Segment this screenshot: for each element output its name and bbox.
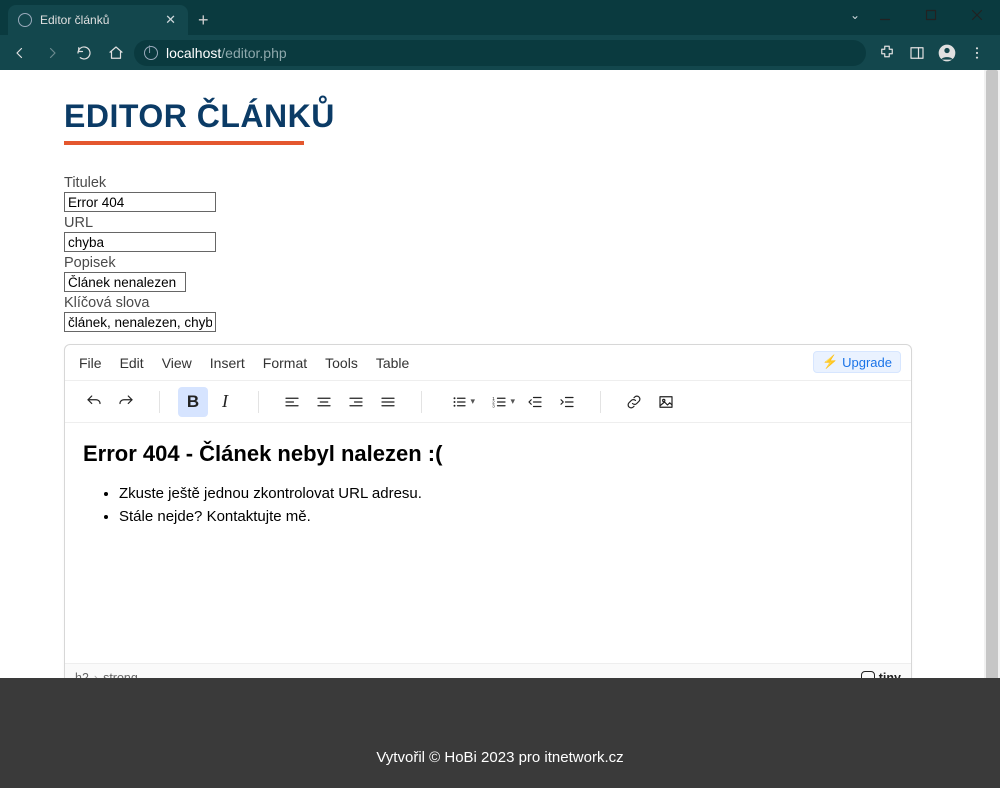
new-tab-button[interactable]: +: [188, 10, 219, 35]
undo-button[interactable]: [79, 387, 109, 417]
chevron-down-icon: ▾: [510, 396, 515, 407]
page-footer: Vytvořil © HoBi 2023 pro itnetwork.cz: [0, 726, 1000, 788]
align-center-button[interactable]: [309, 387, 339, 417]
menu-view[interactable]: View: [162, 355, 192, 371]
outdent-button[interactable]: [520, 387, 550, 417]
link-button[interactable]: [619, 387, 649, 417]
label-klicova: Klíčová slova: [64, 295, 936, 311]
editor-content[interactable]: Error 404 - Článek nebyl nalezen :( Zkus…: [65, 423, 911, 663]
label-url: URL: [64, 215, 936, 231]
back-button[interactable]: [6, 39, 34, 67]
content-list: Zkuste ještě jednou zkontrolovat URL adr…: [83, 483, 893, 528]
align-justify-button[interactable]: [373, 387, 403, 417]
rich-text-editor: File Edit View Insert Format Tools Table…: [64, 344, 912, 692]
scrollbar-thumb[interactable]: [986, 70, 998, 770]
page-viewport: EDITOR ČLÁNKŮ Titulek URL Popisek Klíčov…: [0, 70, 1000, 788]
input-url[interactable]: [64, 232, 216, 252]
close-window-button[interactable]: [954, 0, 1000, 30]
globe-icon: [18, 13, 32, 27]
footer-text: Vytvořil © HoBi 2023 pro itnetwork.cz: [376, 749, 623, 766]
input-klicova[interactable]: [64, 312, 216, 332]
upgrade-button[interactable]: ⚡ Upgrade: [813, 351, 901, 373]
menu-table[interactable]: Table: [376, 355, 409, 371]
tab-title: Editor článků: [40, 13, 163, 27]
close-tab-icon[interactable]: ✕: [163, 12, 178, 28]
align-right-button[interactable]: [341, 387, 371, 417]
menu-insert[interactable]: Insert: [210, 355, 245, 371]
content-heading: Error 404 - Článek nebyl nalezen :(: [83, 441, 893, 467]
label-popisek: Popisek: [64, 255, 936, 271]
upgrade-label: Upgrade: [842, 355, 892, 370]
browser-tab[interactable]: Editor článků ✕: [8, 5, 188, 35]
menu-edit[interactable]: Edit: [120, 355, 144, 371]
svg-text:3: 3: [492, 403, 495, 408]
address-bar: localhost/editor.php: [0, 35, 1000, 70]
redo-button[interactable]: [111, 387, 141, 417]
indent-button[interactable]: [552, 387, 582, 417]
tabs-overflow-icon[interactable]: ⌄: [850, 8, 860, 22]
browser-menu-icon[interactable]: [966, 42, 988, 64]
profile-icon[interactable]: [936, 42, 958, 64]
page: EDITOR ČLÁNKŮ Titulek URL Popisek Klíčov…: [0, 70, 1000, 788]
bold-button[interactable]: B: [178, 387, 208, 417]
menu-file[interactable]: File: [79, 355, 102, 371]
menu-format[interactable]: Format: [263, 355, 307, 371]
site-info-icon[interactable]: [144, 46, 158, 60]
align-left-button[interactable]: [277, 387, 307, 417]
address-input[interactable]: localhost/editor.php: [134, 40, 866, 66]
url-path: /editor.php: [221, 45, 286, 61]
window-controls: [862, 0, 1000, 30]
editor-toolbar: B I ▾ 123▾: [65, 381, 911, 423]
maximize-button[interactable]: [908, 0, 954, 30]
chevron-down-icon: ▾: [470, 396, 475, 407]
numbered-list-button[interactable]: 123▾: [480, 387, 518, 417]
editor-menubar: File Edit View Insert Format Tools Table…: [65, 345, 911, 381]
input-titulek[interactable]: [64, 192, 216, 212]
bolt-icon: ⚡: [822, 354, 838, 370]
reload-button[interactable]: [70, 39, 98, 67]
page-title: EDITOR ČLÁNKŮ: [64, 98, 936, 135]
input-popisek[interactable]: [64, 272, 186, 292]
label-titulek: Titulek: [64, 175, 936, 191]
home-button[interactable]: [102, 39, 130, 67]
sidepanel-icon[interactable]: [906, 42, 928, 64]
heading-underline: [64, 141, 304, 145]
url-host: localhost: [166, 45, 221, 61]
italic-button[interactable]: I: [210, 387, 240, 417]
image-button[interactable]: [651, 387, 681, 417]
menu-tools[interactable]: Tools: [325, 355, 358, 371]
extensions-icon[interactable]: [876, 42, 898, 64]
bullet-list-button[interactable]: ▾: [440, 387, 478, 417]
minimize-button[interactable]: [862, 0, 908, 30]
browser-window: Editor článků ✕ + ⌄ localhost/editor.php: [0, 0, 1000, 788]
list-item: Stále nejde? Kontaktujte mě.: [119, 506, 893, 529]
footer-diagonal: [0, 678, 1000, 730]
list-item: Zkuste ještě jednou zkontrolovat URL adr…: [119, 483, 893, 506]
titlebar: Editor článků ✕ + ⌄: [0, 0, 1000, 35]
forward-button[interactable]: [38, 39, 66, 67]
